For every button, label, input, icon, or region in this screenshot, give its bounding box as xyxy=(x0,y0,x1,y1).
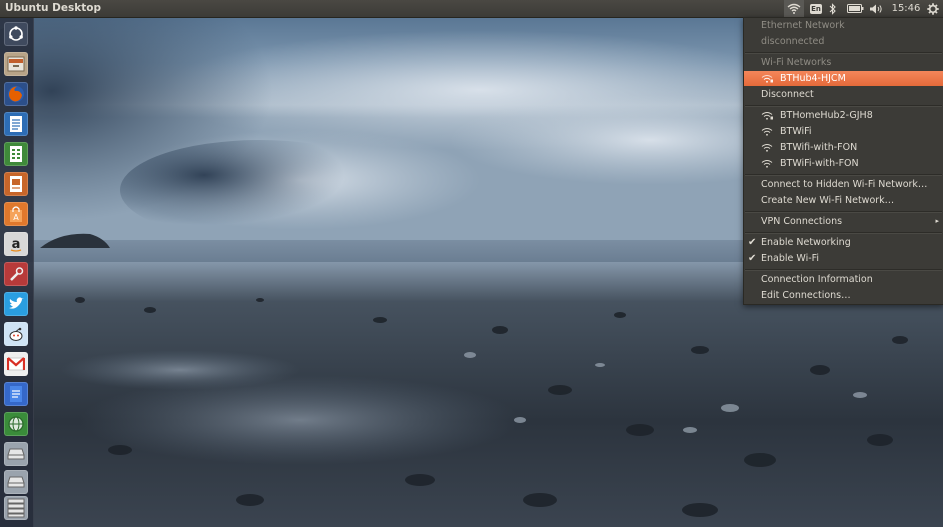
wifi-network-item[interactable]: BTWifi-with-FON xyxy=(744,140,943,155)
checkmark-icon: ✔ xyxy=(748,253,757,264)
speaker-icon xyxy=(870,4,882,13)
network-indicator[interactable] xyxy=(784,0,804,17)
ethernet-status: disconnected xyxy=(744,34,943,49)
submenu-arrow-icon: ▸ xyxy=(935,217,939,225)
launcher-files[interactable] xyxy=(4,52,28,76)
svg-text:A: A xyxy=(13,213,19,222)
ethernet-network-header: Ethernet Network xyxy=(744,18,943,33)
connect-hidden-network-label: Connect to Hidden Wi-Fi Network… xyxy=(761,179,928,190)
wifi-networks-header: Wi-Fi Networks xyxy=(744,55,943,70)
wrench-icon xyxy=(10,267,24,281)
wifi-icon xyxy=(787,3,801,14)
vpn-connections-item[interactable]: VPN Connections ▸ xyxy=(744,214,943,229)
launcher: A a xyxy=(0,18,34,527)
menu-separator xyxy=(745,269,942,271)
enable-networking-item[interactable]: ✔ Enable Networking xyxy=(744,235,943,250)
wifi-network-item[interactable]: BTHomeHub2-GJH8 xyxy=(744,108,943,123)
menu-separator xyxy=(745,232,942,234)
menu-separator xyxy=(745,52,942,54)
menu-separator xyxy=(745,105,942,107)
drive-stack-icon xyxy=(7,498,25,518)
launcher-drive-stack[interactable] xyxy=(4,496,28,520)
google-docs-icon xyxy=(10,386,22,402)
checkmark-icon: ✔ xyxy=(748,237,757,248)
launcher-google-docs[interactable] xyxy=(4,382,28,406)
globe-icon xyxy=(8,416,24,432)
twitter-bird-icon xyxy=(9,297,24,309)
launcher-twitter[interactable] xyxy=(4,292,28,316)
menu-separator xyxy=(745,174,942,176)
launcher-drive-2[interactable] xyxy=(4,470,28,494)
connection-information-item[interactable]: Connection Information xyxy=(744,272,943,287)
create-new-network-label: Create New Wi-Fi Network… xyxy=(761,195,895,206)
impress-slides-icon xyxy=(10,176,22,192)
amazon-icon: a xyxy=(10,237,22,252)
launcher-firefox[interactable] xyxy=(4,82,28,106)
wifi-network-item[interactable]: BTWiFi xyxy=(744,124,943,139)
file-cabinet-icon xyxy=(7,56,25,72)
connect-hidden-network-item[interactable]: Connect to Hidden Wi-Fi Network… xyxy=(744,177,943,192)
launcher-drive-1[interactable] xyxy=(4,442,28,466)
gear-icon xyxy=(927,2,939,15)
session-indicator[interactable] xyxy=(925,0,941,17)
firefox-icon xyxy=(8,86,24,102)
wifi-network-label: BTWiFi xyxy=(780,126,812,137)
vpn-connections-label: VPN Connections xyxy=(761,216,843,227)
wifi-network-connected[interactable]: BTHub4-HJCM xyxy=(744,71,943,86)
launcher-software-center[interactable]: A xyxy=(4,202,28,226)
battery-indicator[interactable] xyxy=(845,0,865,17)
drive-icon xyxy=(7,448,25,460)
keyboard-layout-label: En xyxy=(810,3,822,14)
launcher-gmail[interactable] xyxy=(4,352,28,376)
gmail-icon xyxy=(7,357,25,371)
wifi-signal-icon xyxy=(761,144,773,152)
enable-networking-label: Enable Networking xyxy=(761,237,851,248)
wifi-network-label: BTWifi-with-FON xyxy=(780,142,858,153)
wifi-signal-icon xyxy=(761,160,773,168)
launcher-libreoffice-writer[interactable] xyxy=(4,112,28,136)
launcher-reddit[interactable] xyxy=(4,322,28,346)
ubuntu-logo-icon xyxy=(9,26,23,41)
ethernet-status-label: disconnected xyxy=(761,36,825,47)
launcher-libreoffice-impress[interactable] xyxy=(4,172,28,196)
disconnect-label: Disconnect xyxy=(761,89,814,100)
enable-wifi-item[interactable]: ✔ Enable Wi-Fi xyxy=(744,251,943,266)
menu-separator xyxy=(745,211,942,213)
launcher-amazon[interactable]: a xyxy=(4,232,28,256)
top-panel: Ubuntu Desktop En 15:46 xyxy=(0,0,943,18)
wifi-signal-locked-icon xyxy=(761,112,773,120)
enable-wifi-label: Enable Wi-Fi xyxy=(761,253,820,264)
shopping-bag-icon: A xyxy=(10,206,22,222)
launcher-dash-home[interactable] xyxy=(4,22,28,46)
drive-icon xyxy=(7,476,25,488)
wifi-network-label: BTHomeHub2-GJH8 xyxy=(780,110,873,121)
connected-network-label: BTHub4-HJCM xyxy=(780,73,846,84)
keyboard-layout-indicator[interactable]: En xyxy=(808,0,824,17)
create-new-network-item[interactable]: Create New Wi-Fi Network… xyxy=(744,193,943,208)
wifi-network-item[interactable]: BTWiFi-with-FON xyxy=(744,156,943,171)
wifi-signal-icon xyxy=(761,75,773,83)
ethernet-network-label: Ethernet Network xyxy=(761,20,845,31)
battery-icon xyxy=(846,4,863,13)
wifi-network-label: BTWiFi-with-FON xyxy=(780,158,859,169)
connection-information-label: Connection Information xyxy=(761,274,873,285)
calc-sheet-icon xyxy=(10,146,22,162)
launcher-libreoffice-calc[interactable] xyxy=(4,142,28,166)
bluetooth-indicator[interactable] xyxy=(827,0,839,17)
writer-doc-icon xyxy=(10,116,22,132)
network-menu: Ethernet Network disconnected Wi-Fi Netw… xyxy=(743,17,943,305)
clock[interactable]: 15:46 xyxy=(890,0,922,17)
app-title: Ubuntu Desktop xyxy=(5,2,101,14)
disconnect-item[interactable]: Disconnect xyxy=(744,87,943,102)
wifi-signal-icon xyxy=(761,128,773,136)
volume-indicator[interactable] xyxy=(868,0,884,17)
edit-connections-label: Edit Connections… xyxy=(761,290,851,301)
edit-connections-item[interactable]: Edit Connections… xyxy=(744,288,943,303)
launcher-web-browser[interactable] xyxy=(4,412,28,436)
wifi-networks-label: Wi-Fi Networks xyxy=(761,57,832,68)
reddit-alien-icon xyxy=(9,327,23,341)
svg-text:a: a xyxy=(12,237,21,252)
launcher-system-settings[interactable] xyxy=(4,262,28,286)
bluetooth-icon xyxy=(829,2,836,15)
